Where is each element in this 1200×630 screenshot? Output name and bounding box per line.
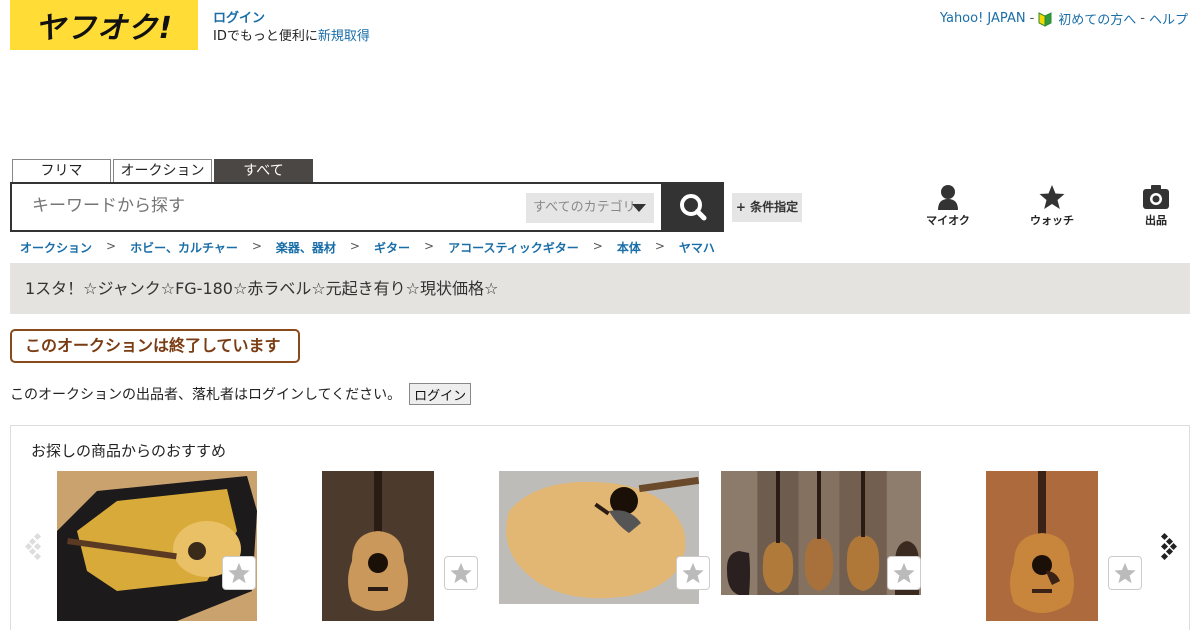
login-prompt-message: このオークションの出品者、落札者はログインしてください。 <box>10 387 402 403</box>
nav-my-auction-label: マイオク <box>926 214 970 227</box>
nav-sell-label: 出品 <box>1145 214 1167 227</box>
auction-ended-notice: このオークションは終了しています <box>10 329 300 363</box>
search-input[interactable] <box>32 196 512 216</box>
star-icon <box>228 562 250 584</box>
nav-watch-label: ウォッチ <box>1030 214 1074 227</box>
breadcrumb-auction[interactable]: オークション <box>20 239 92 256</box>
breadcrumb-yamaha[interactable]: ヤマハ <box>679 239 715 256</box>
top-link-separator: - <box>1140 11 1145 26</box>
tab-auction[interactable]: オークション <box>113 159 212 182</box>
breadcrumb-separator: > <box>654 239 665 253</box>
nav-my-auction[interactable]: マイオク <box>896 184 1000 228</box>
breadcrumb-separator: > <box>592 239 603 253</box>
chevron-left-icon <box>24 532 42 561</box>
star-icon <box>1114 562 1136 584</box>
header-login-link[interactable]: ログイン <box>213 11 265 26</box>
first-time-link[interactable]: 初めての方へ <box>1058 9 1136 28</box>
help-link[interactable]: ヘルプ <box>1149 9 1188 28</box>
tab-flea-market[interactable]: フリマ <box>12 159 111 182</box>
category-select-value: すべてのカテゴリ <box>533 200 636 215</box>
breadcrumb-separator: > <box>106 239 117 253</box>
search-icon <box>680 194 707 221</box>
breadcrumb-instruments[interactable]: 楽器、器材 <box>276 239 336 256</box>
breadcrumb-acoustic-guitar[interactable]: アコースティックギター <box>448 239 579 256</box>
login-line-text: IDでもっと便利に <box>213 29 318 44</box>
category-select[interactable]: すべてのカテゴリ <box>526 193 654 223</box>
login-prompt: このオークションの出品者、落札者はログインしてください。 ログイン <box>10 383 472 405</box>
breadcrumb: オークション > ホビー、カルチャー > 楽器、器材 > ギター > アコーステ… <box>20 239 715 256</box>
nav-sell[interactable]: 出品 <box>1104 184 1200 228</box>
recommendations-title: お探しの商品からのおすすめ <box>31 442 227 460</box>
top-link-separator: - <box>1029 11 1035 26</box>
person-icon <box>938 185 958 210</box>
tab-all[interactable]: すべて <box>214 159 313 182</box>
guitar-body-closeup-image[interactable] <box>499 471 699 604</box>
watch-button[interactable] <box>887 556 921 590</box>
watch-button[interactable] <box>676 556 710 590</box>
breadcrumb-body[interactable]: 本体 <box>617 239 641 256</box>
nav-icons: マイオク ウォッチ 出品 <box>896 184 1200 228</box>
signup-link[interactable]: 新規取得 <box>318 29 370 44</box>
breadcrumb-separator: > <box>349 239 360 253</box>
breadcrumb-separator: > <box>424 239 435 253</box>
top-links: Yahoo! JAPAN - 初めての方へ - ヘルプ <box>940 9 1188 28</box>
carousel-next-button[interactable] <box>1157 530 1178 561</box>
search-box: すべてのカテゴリ <box>10 182 663 232</box>
watch-button[interactable] <box>222 556 256 590</box>
guitar-front-image[interactable] <box>986 471 1098 621</box>
item-title-bar: 1スタ！☆ジャンク☆FG-180☆赤ラベル☆元起き有り☆現状価格☆ <box>10 263 1190 314</box>
breadcrumb-guitar[interactable]: ギター <box>374 239 410 256</box>
condition-button[interactable]: + 条件指定 <box>732 193 802 222</box>
search-button[interactable] <box>662 182 724 232</box>
star-icon <box>1039 185 1065 209</box>
beginner-mark-icon <box>1038 11 1052 27</box>
chevron-right-icon <box>1160 532 1178 561</box>
chevron-down-icon <box>632 204 646 212</box>
star-icon <box>893 562 915 584</box>
item-title: 1スタ！☆ジャンク☆FG-180☆赤ラベル☆元起き有り☆現状価格☆ <box>25 279 499 298</box>
search-tabs: フリマ オークション すべて <box>12 159 313 182</box>
star-icon <box>682 562 704 584</box>
guitar-in-case-image[interactable] <box>57 471 257 621</box>
star-icon <box>450 562 472 584</box>
login-box: ログイン IDでもっと便利に新規取得 <box>213 10 370 46</box>
breadcrumb-hobby-culture[interactable]: ホビー、カルチャー <box>130 239 238 256</box>
yafuoku-logo[interactable]: ヤフオク! <box>10 0 198 50</box>
guitar-upright-image[interactable] <box>322 471 434 621</box>
logo-text: ヤフオク! <box>34 11 174 46</box>
recommendations-panel: お探しの商品からのおすすめ <box>10 425 1190 630</box>
watch-button[interactable] <box>1108 556 1142 590</box>
camera-icon <box>1143 185 1169 209</box>
nav-watch[interactable]: ウォッチ <box>1000 184 1104 228</box>
breadcrumb-separator: > <box>251 239 262 253</box>
carousel-prev-button[interactable] <box>24 530 45 561</box>
watch-button[interactable] <box>444 556 478 590</box>
login-button[interactable]: ログイン <box>409 383 472 405</box>
yahoo-japan-link[interactable]: Yahoo! JAPAN <box>940 11 1026 26</box>
